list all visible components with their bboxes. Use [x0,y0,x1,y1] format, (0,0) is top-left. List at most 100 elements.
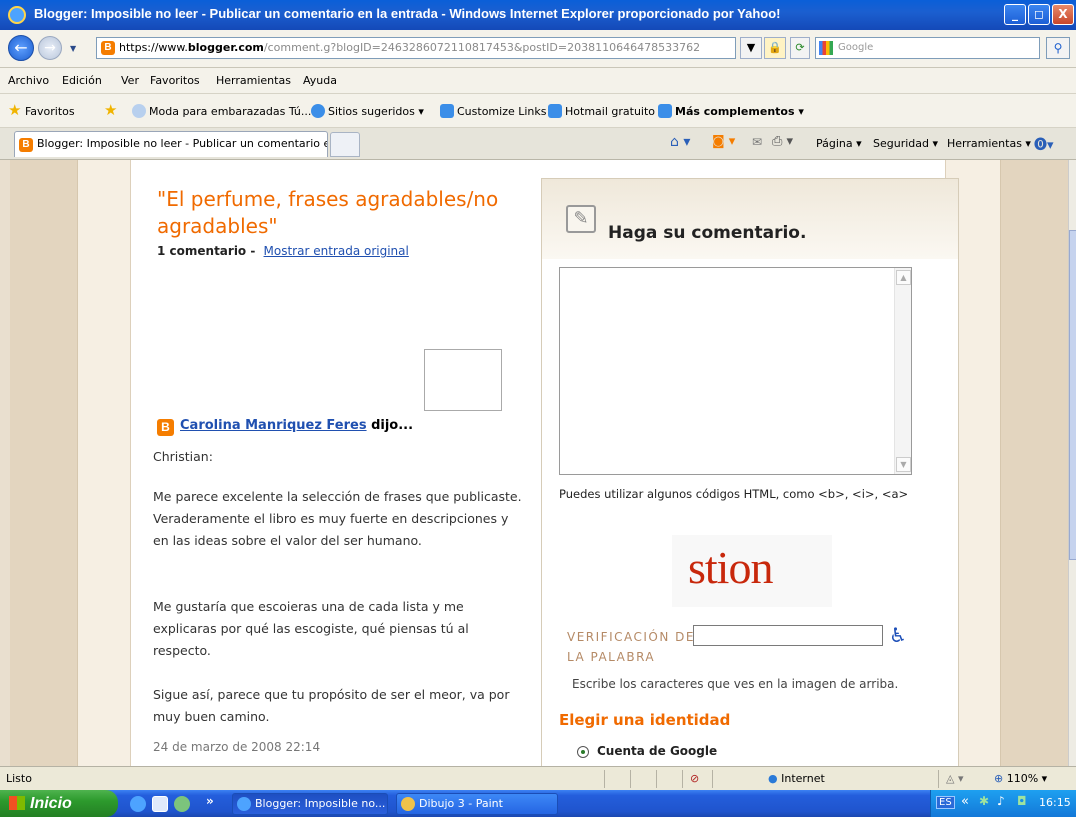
fav-link-sitios[interactable]: Sitios sugeridos ▾ [311,104,424,118]
status-divider [604,770,605,788]
window-titlebar[interactable]: Blogger: Imposible no leer - Publicar un… [0,0,1076,30]
clock[interactable]: 16:15 [1039,796,1071,809]
accessibility-icon[interactable]: ♿ [889,623,907,647]
lock-icon[interactable]: 🔒 [764,37,786,59]
comment-count-label: 1 comentario - [157,244,256,258]
address-dropdown-icon[interactable]: ▼ [740,37,762,59]
blogger-icon: B [157,419,174,436]
show-original-link[interactable]: Mostrar entrada original [264,244,409,258]
start-button[interactable]: Inicio [0,790,118,817]
task-blogger-label: Blogger: Imposible no... [255,797,386,810]
tray-app-icon[interactable]: ◘ [1017,794,1027,808]
help-icon[interactable]: ⓿▾ [1034,134,1054,153]
refresh-icon[interactable]: ⟳ [790,37,810,59]
menu-herramientas[interactable]: Herramientas [216,74,291,87]
search-placeholder: Google [838,42,874,53]
comment-paragraph: Sigue así, parece que tu propósito de se… [153,687,510,724]
menu-edicion[interactable]: Edición [62,74,102,87]
captcha-text: stion [688,542,773,593]
search-icon[interactable]: ⚲ [1046,37,1070,59]
new-tab-button[interactable] [330,132,360,157]
status-text: Listo [6,772,32,785]
history-dropdown-icon[interactable]: ▼ [70,44,76,53]
back-button[interactable]: ← [8,35,34,61]
forward-button[interactable]: → [38,36,62,60]
scrollbar-thumb[interactable] [1069,230,1076,560]
fav-link-customize-label: Customize Links [457,105,547,118]
tab-label: Blogger: Imposible no leer - Publicar un… [37,137,328,150]
comment-paragraph: Christian: [153,449,213,464]
ie-page-icon [440,104,454,118]
people-icon [132,104,146,118]
fav-link-moda[interactable]: Moda para embarazadas Tú... [132,104,311,118]
task-blogger[interactable]: Blogger: Imposible no... [232,793,388,815]
network-icon[interactable]: ✱ [979,794,989,808]
menu-archivo[interactable]: Archivo [8,74,49,87]
status-divider [630,770,631,788]
verification-input[interactable] [693,625,883,646]
page-scrollbar[interactable] [1068,160,1076,766]
rss-icon[interactable]: ◙ ▾ [712,134,735,149]
html-hint: Puedes utilizar algunos códigos HTML, co… [559,487,909,501]
desktop-quicklaunch-icon[interactable] [152,796,168,812]
mail-icon[interactable]: ✉ [752,135,762,149]
textarea-scrollbar[interactable]: ▲ ▼ [894,268,911,474]
author-link[interactable]: Carolina Manriquez Feres [180,418,367,433]
verification-label: VERIFICACIÓN DE LA PALABRA [567,630,695,664]
fav-link-moda-label: Moda para embarazadas Tú... [149,105,312,118]
volume-icon[interactable]: ♪ [997,794,1005,808]
tray-expand-icon[interactable]: « [961,794,969,809]
comment-author: B Carolina Manriquez Feres dijo... [157,418,413,436]
comment-textarea[interactable]: ▲ ▼ [559,267,912,475]
url-scheme: https://www. [119,41,188,54]
home-icon[interactable]: ⌂ ▾ [670,134,690,150]
menu-ver[interactable]: Ver [121,74,139,87]
task-paint[interactable]: Dibujo 3 - Paint [396,793,558,815]
status-divider [656,770,657,788]
page-margin-right [1000,160,1068,766]
comment-date: 24 de marzo de 2008 22:14 [153,740,321,754]
menu-ayuda[interactable]: Ayuda [303,74,337,87]
fav-link-customize[interactable]: Customize Links [440,104,547,118]
fav-link-complementos-label: Más complementos ▾ [675,105,804,118]
privacy-icon[interactable]: ⊘ [690,772,699,785]
minimize-button[interactable]: _ [1004,4,1026,25]
fav-link-sitios-label: Sitios sugeridos ▾ [328,105,424,118]
add-favorites-icon[interactable]: ★ [104,101,117,119]
security-menu[interactable]: Seguridad ▾ [873,137,938,150]
address-input[interactable]: B https://www.blogger.com/comment.g?blog… [96,37,736,59]
status-bar: Listo ⊘ ● Internet ◬ ▾ ⊕ 110% ▾ [0,766,1076,790]
scroll-down-icon[interactable]: ▼ [896,457,911,472]
quicklaunch-overflow-icon[interactable]: » [206,794,214,808]
fav-link-hotmail-label: Hotmail gratuito [565,105,656,118]
pencil-icon: ✎ [566,205,596,233]
page-gutter-left [78,160,130,766]
window-title: Blogger: Imposible no leer - Publicar un… [34,6,781,21]
search-input[interactable]: Google [815,37,1040,59]
favorites-star-icon: ★ [8,101,22,119]
page-menu[interactable]: Página ▾ [816,137,862,150]
status-divider [712,770,713,788]
ie-page-icon [658,104,672,118]
google-account-radio[interactable] [577,746,589,758]
protected-mode-icon[interactable]: ◬ ▾ [946,772,963,785]
fav-link-complementos[interactable]: Más complementos ▾ [658,104,804,118]
messenger-quicklaunch-icon[interactable] [174,796,190,812]
url-host: blogger.com [187,41,264,54]
fav-link-hotmail[interactable]: Hotmail gratuito [548,104,655,118]
menu-favoritos[interactable]: Favoritos [150,74,200,87]
ie-quicklaunch-icon[interactable] [130,796,146,812]
scroll-up-icon[interactable]: ▲ [896,270,911,285]
language-indicator[interactable]: ES [936,796,955,809]
print-icon[interactable]: ⎙ ▾ [772,134,793,149]
blogger-favicon-icon: B [101,41,115,55]
task-paint-label: Dibujo 3 - Paint [419,797,503,810]
close-button[interactable]: X [1052,4,1074,25]
maximize-button[interactable]: ◻ [1028,4,1050,25]
tab-blogger[interactable]: B Blogger: Imposible no leer - Publicar … [14,131,328,157]
post-title: "El perfume, frases agradables/no agrada… [157,187,499,238]
zoom-control[interactable]: ⊕ 110% ▾ [994,772,1047,785]
comment-paragraph: Me gustaría que escoieras una de cada li… [153,599,469,658]
favorites-button[interactable]: ★ Favoritos [8,101,75,119]
tools-menu[interactable]: Herramientas ▾ [947,137,1031,150]
